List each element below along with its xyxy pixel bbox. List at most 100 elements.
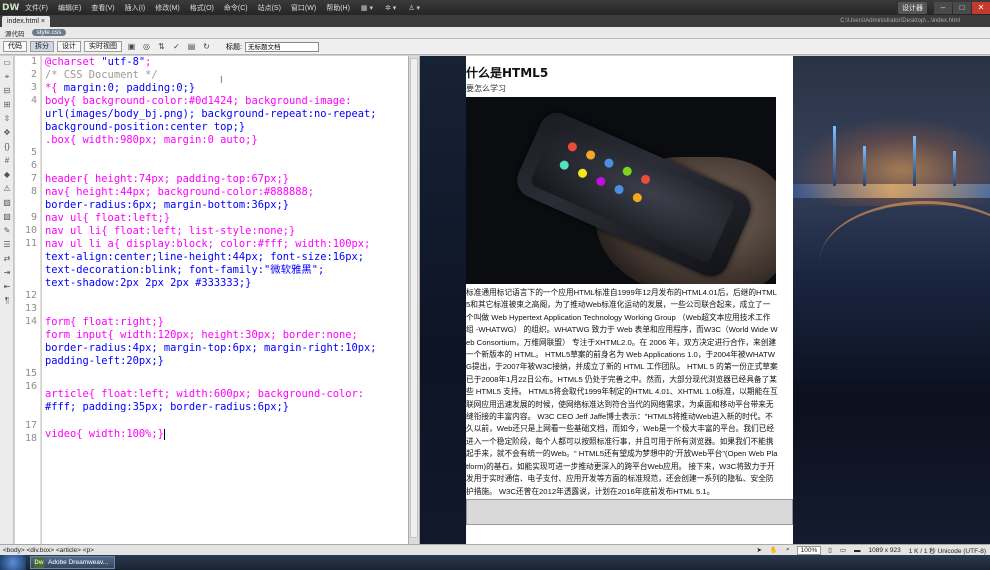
menu-help[interactable]: 帮助(H)	[321, 3, 355, 13]
code-line[interactable]: article{ float:left; width:600px; backgr…	[45, 388, 407, 401]
code-line[interactable]: form input{ width:120px; height:30px; bo…	[45, 329, 407, 342]
start-button[interactable]	[0, 555, 26, 570]
tab-index-html[interactable]: index.html ×	[2, 16, 50, 27]
title-input[interactable]: 无标题文档	[244, 41, 319, 52]
code-line[interactable]: nav{ height:44px; background-color:#8888…	[45, 186, 407, 199]
related-files-bar: 源代码 style.css	[0, 27, 990, 39]
wrap-tag-icon[interactable]: ✎	[0, 224, 14, 238]
minimize-button[interactable]: –	[934, 1, 952, 14]
recent-snippets-icon[interactable]: ☰	[0, 238, 14, 252]
line-number: 4	[30, 95, 37, 106]
zoom-tool-icon[interactable]: ⌕	[782, 546, 794, 554]
code-line[interactable]: border-radius:6px; margin-bottom:36px;}	[45, 199, 407, 212]
menu-edit[interactable]: 编辑(E)	[53, 3, 86, 13]
zoom-select[interactable]: 100%	[796, 545, 822, 555]
split-view-button[interactable]: 拆分	[30, 41, 54, 52]
code-line[interactable]: *{ margin:0; padding:0;}	[45, 82, 407, 95]
hand-tool-icon[interactable]: ✋	[766, 546, 782, 554]
code-line[interactable]: url(images/body_bj.png); background-repe…	[45, 108, 407, 121]
code-line[interactable]: header{ height:74px; padding-top:67px;}	[45, 173, 407, 186]
code-line[interactable]: nav ul li{ float:left; list-style:none;}	[45, 225, 407, 238]
desktop-size-icon[interactable]: ▬	[850, 547, 865, 554]
line-number: 10	[24, 225, 37, 236]
menu-site[interactable]: 站点(S)	[253, 3, 286, 13]
preview-browser-icon[interactable]: ◎	[141, 41, 152, 52]
format-source-icon[interactable]: ¶	[0, 294, 14, 308]
document-path: C:\Users\Administrator\Desktop\...\index…	[840, 18, 960, 24]
ibeam-cursor-icon: I	[220, 75, 223, 86]
code-line[interactable]: body{ background-color:#0d1424; backgrou…	[45, 95, 407, 108]
line-number: 15	[24, 368, 37, 379]
code-line[interactable]: padding-left:20px;}	[45, 355, 407, 368]
code-editor[interactable]: @charset "utf-8"; /* CSS Document */ *{ …	[42, 56, 408, 544]
mobile-size-icon[interactable]: ▯	[824, 546, 836, 554]
video-element[interactable]	[466, 499, 793, 525]
highlight-invalid-icon[interactable]: ◆	[0, 168, 14, 182]
line-number: 17	[24, 420, 37, 431]
live-view[interactable]: 什么是HTML5 要怎么学习 标准通用标记语言下的一个应用HTML标准自1999…	[420, 56, 990, 544]
expand-all-icon[interactable]: ⇳	[0, 112, 14, 126]
file-management-icon[interactable]: ⇅	[156, 41, 167, 52]
live-view-button[interactable]: 实时视图	[84, 41, 122, 52]
remove-comment-icon[interactable]: ▧	[0, 210, 14, 224]
design-view-button[interactable]: 设计	[57, 41, 81, 52]
menu-view[interactable]: 查看(V)	[86, 3, 119, 13]
open-documents-icon[interactable]: ▭	[0, 56, 14, 70]
line-number: 13	[24, 303, 37, 314]
code-line[interactable]: /* CSS Document */	[45, 69, 407, 82]
related-source-code[interactable]: 源代码	[0, 28, 30, 38]
check-page-icon[interactable]: ✓	[171, 41, 182, 52]
pane-splitter[interactable]	[408, 56, 420, 544]
code-line[interactable]: nav ul{ float:left;}	[45, 212, 407, 225]
collapse-selection-icon[interactable]: ⊞	[0, 98, 14, 112]
line-numbers-icon[interactable]: #	[0, 154, 14, 168]
visual-aids-icon[interactable]: ▤	[186, 41, 197, 52]
syntax-error-icon[interactable]: ⚠	[0, 182, 14, 196]
menu-window[interactable]: 窗口(W)	[286, 3, 321, 13]
layout-icon[interactable]: ▦ ▾	[355, 4, 379, 12]
phone-photo	[466, 97, 776, 284]
taskbar-dreamweaver[interactable]: Dw Adobe Dreamweav...	[30, 556, 116, 569]
code-line[interactable]: text-decoration:blink; font-family:"微软雅黑…	[45, 264, 407, 277]
menu-insert[interactable]: 插入(I)	[120, 3, 151, 13]
line-number: 11	[24, 238, 37, 249]
related-style-css[interactable]: style.css	[31, 29, 67, 36]
menu-commands[interactable]: 命令(C)	[219, 3, 253, 13]
code-line[interactable]: form{ float:right;}	[45, 316, 407, 329]
menu-modify[interactable]: 修改(M)	[150, 3, 185, 13]
code-line[interactable]: text-shadow:2px 2px 2px #333333;}	[45, 277, 407, 290]
balance-braces-icon[interactable]: {}	[0, 140, 14, 154]
multiscreen-icon[interactable]: ▣	[126, 41, 137, 52]
tag-selector[interactable]: <body> <div.box> <article> <p>	[0, 547, 94, 554]
menu-format[interactable]: 格式(O)	[185, 3, 219, 13]
code-line[interactable]: border-radius:4px; margin-top:6px; margi…	[45, 342, 407, 355]
select-tool-icon[interactable]: ➤	[752, 546, 765, 554]
code-line[interactable]: nav ul li a{ display:block; color:#fff; …	[45, 238, 407, 251]
menu-file[interactable]: 文件(F)	[20, 3, 53, 13]
close-icon[interactable]: ×	[41, 18, 45, 25]
indent-code-icon[interactable]: ⇥	[0, 266, 14, 280]
tab-label: index.html	[7, 18, 39, 25]
code-view-button[interactable]: 代码	[3, 41, 27, 52]
code-line[interactable]: #fff; padding:35px; border-radius:6px;}	[45, 401, 407, 414]
gear-icon[interactable]: ✲ ▾	[379, 4, 402, 12]
outdent-code-icon[interactable]: ⇤	[0, 280, 14, 294]
collapse-tag-icon[interactable]: ⊟	[0, 84, 14, 98]
close-button[interactable]: ✕	[972, 1, 990, 14]
code-line[interactable]: video{ width:100%;}	[45, 428, 407, 441]
code-line[interactable]: .box{ width:980px; margin:0 auto;}	[45, 134, 407, 147]
comment-icon[interactable]: ▨	[0, 196, 14, 210]
code-line[interactable]: background-position:center top;}	[45, 121, 407, 134]
scrollbar[interactable]	[410, 58, 418, 538]
move-css-icon[interactable]: ⇄	[0, 252, 14, 266]
user-icon[interactable]: ♙ ▾	[402, 4, 426, 12]
maximize-button[interactable]: □	[953, 1, 971, 14]
refresh-icon[interactable]: ↻	[201, 41, 212, 52]
workspace-selector[interactable]: 设计器	[898, 1, 927, 14]
code-line[interactable]: text-align:center;line-height:44px; font…	[45, 251, 407, 264]
select-parent-tag-icon[interactable]: ✥	[0, 126, 14, 140]
window-size[interactable]: 1089 x 923	[865, 547, 905, 554]
show-code-navigator-icon[interactable]: ⌖	[0, 70, 14, 84]
code-line[interactable]: @charset "utf-8";	[45, 56, 407, 69]
tablet-size-icon[interactable]: ▭	[836, 546, 850, 554]
